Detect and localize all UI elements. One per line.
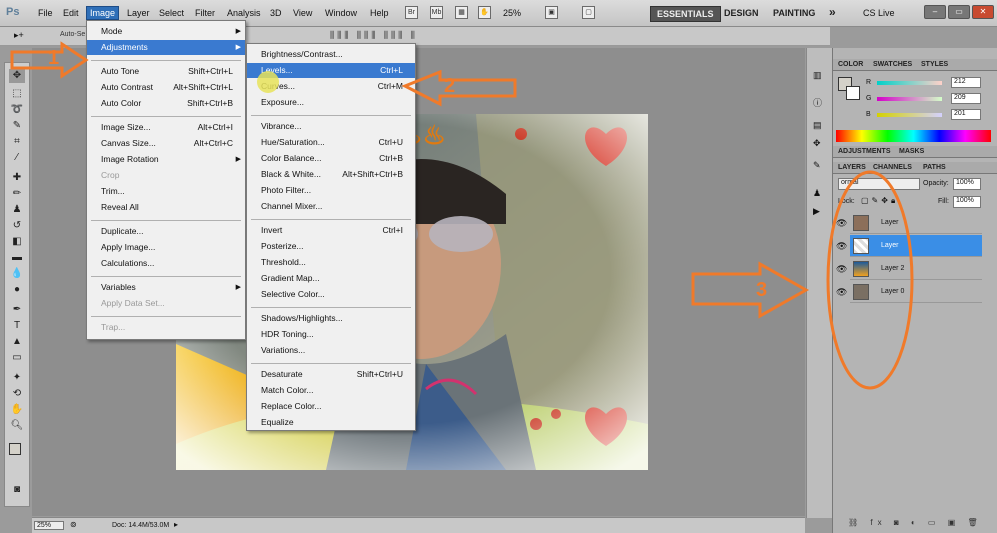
annotation-overlay: [10, 41, 914, 390]
callout-arrow-2: [401, 69, 517, 107]
callout-arrow-3: [691, 261, 810, 319]
callout-ellipse: [826, 170, 914, 390]
callout-label-3: 3: [756, 279, 768, 301]
callout-label-2: 2: [444, 75, 456, 97]
callout-label-1: 1: [48, 47, 60, 69]
cursor-highlight: [257, 71, 279, 93]
